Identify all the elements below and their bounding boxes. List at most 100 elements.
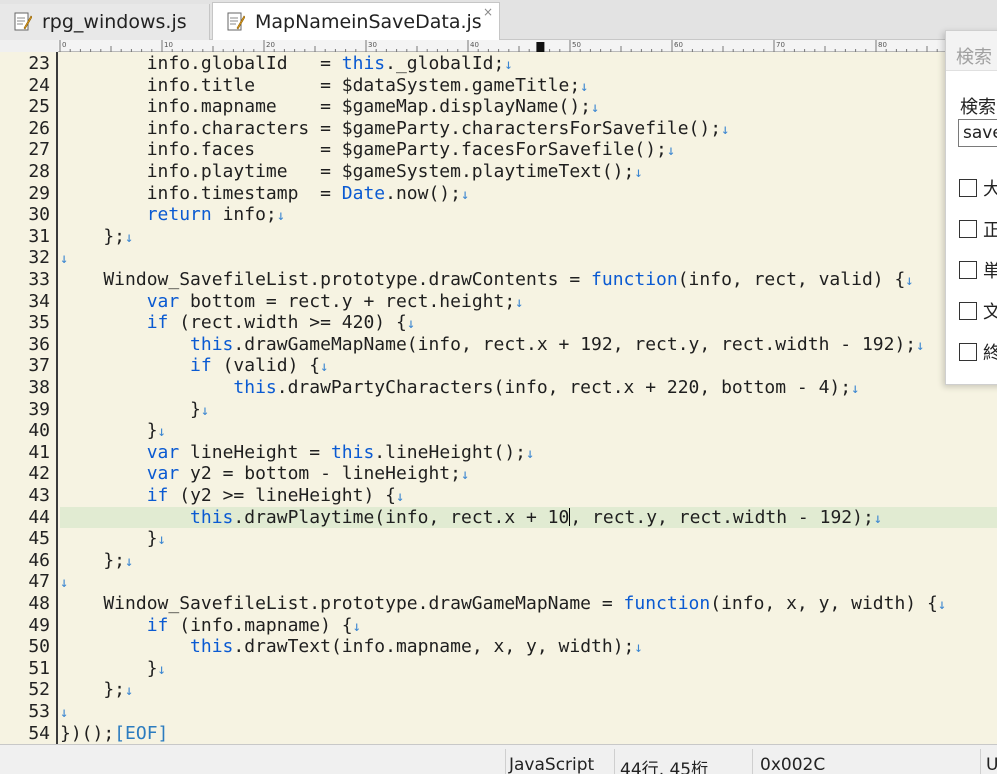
code-line[interactable]: info.mapname = $gameMap.displayName();↓ (60, 96, 600, 118)
code-line[interactable]: }↓ (60, 399, 209, 421)
code-line[interactable]: if (valid) {↓ (60, 355, 329, 377)
line-number: 44 (28, 506, 50, 528)
code-text: info.globalId = (60, 53, 342, 74)
line-number: 38 (28, 377, 50, 398)
code-line[interactable]: this.drawText(info.mapname, x, y, width)… (60, 636, 643, 658)
code-line[interactable]: var y2 = bottom - lineHeight;↓ (60, 463, 470, 485)
code-line[interactable]: info.characters = $gameParty.charactersF… (60, 118, 730, 140)
search-option-label: 終 (983, 339, 997, 365)
eol-marker-icon: ↓ (905, 273, 914, 289)
status-separator (980, 749, 981, 774)
code-line[interactable]: return info;↓ (60, 204, 286, 226)
ruler-label: 60 (674, 41, 683, 49)
code-line[interactable]: if (info.mapname) {↓ (60, 615, 361, 637)
code-line[interactable]: ↓ (60, 247, 68, 269)
code-keyword: if (190, 355, 212, 377)
code-line[interactable]: };↓ (60, 550, 133, 572)
code-line[interactable]: ↓ (60, 701, 68, 723)
code-line[interactable]: Window_SavefileList.prototype.drawGameMa… (60, 593, 946, 615)
search-option-checkbox[interactable]: 正 (959, 216, 997, 242)
code-keyword: this (190, 636, 234, 658)
status-bar: JavaScript 44行, 45桁 0x002C U (0, 744, 997, 774)
code-text: info.title = $dataSystem.gameTitle; (60, 74, 581, 96)
code-line[interactable]: })();[EOF] (60, 723, 168, 744)
search-option-checkbox[interactable]: 文 (959, 298, 997, 324)
status-char-code: 0x002C (760, 755, 826, 774)
checkbox-icon[interactable] (959, 179, 977, 197)
eol-marker-icon: ↓ (60, 575, 69, 592)
document-icon (227, 12, 246, 32)
line-number: 26 (28, 117, 50, 139)
code-editor[interactable]: 23 24 25 26 27 28 29 30 31 32 33 34 35 36 37 38 39 40 41 42… (0, 52, 997, 744)
line-number: 49 (28, 614, 50, 636)
code-text: (info, x, y, width) { (710, 593, 938, 614)
code-text: (info, rect, valid) { (677, 269, 906, 290)
tab-mapname-in-savedata[interactable]: MapNameinSaveData.js × (212, 2, 500, 41)
eol-marker-icon: ↓ (504, 57, 513, 73)
code-text: (info.mapname) { (168, 614, 353, 636)
line-number: 48 (28, 593, 50, 614)
eol-marker-icon: ↓ (200, 402, 210, 419)
close-icon[interactable]: × (483, 5, 493, 19)
checkbox-icon[interactable] (959, 343, 977, 361)
code-line[interactable]: this.drawPartyCharacters(info, rect.x + … (60, 377, 859, 399)
code-line[interactable]: info.playtime = $gameSystem.playtimeText… (60, 161, 643, 183)
code-line[interactable]: }↓ (60, 420, 166, 442)
search-input[interactable] (958, 119, 997, 147)
code-line[interactable]: ↓ (60, 571, 68, 593)
status-language[interactable]: JavaScript (509, 755, 594, 774)
code-line[interactable]: Window_SavefileList.prototype.drawConten… (60, 269, 914, 291)
line-number: 40 (28, 420, 50, 442)
code-line[interactable]: };↓ (60, 226, 133, 248)
search-option-checkbox[interactable]: 単 (959, 257, 997, 283)
checkbox-icon[interactable] (959, 261, 977, 279)
search-option-label: 正 (983, 216, 997, 242)
code-line[interactable]: if (rect.width >= 420) {↓ (60, 312, 416, 334)
code-text: Window_SavefileList.prototype.drawGameMa… (60, 593, 624, 614)
status-encoding[interactable]: U (986, 755, 997, 774)
code-text: .drawText(info.mapname, x, y, width); (233, 636, 635, 658)
code-keyword: Date (341, 182, 386, 204)
status-cursor-position[interactable]: 44行, 45桁 (620, 755, 708, 774)
code-line[interactable]: if (y2 >= lineHeight) {↓ (60, 485, 405, 507)
line-number: 29 (28, 182, 50, 204)
code-keyword: if (146, 485, 169, 506)
line-number: 24 (28, 74, 50, 96)
eol-marker-icon: ↓ (721, 121, 730, 138)
code-keyword: this (233, 377, 277, 398)
eol-marker-icon: ↓ (916, 337, 925, 354)
checkbox-icon[interactable] (959, 220, 977, 238)
eol-marker-icon: ↓ (580, 78, 589, 95)
code-line[interactable]: }↓ (60, 528, 166, 550)
eol-marker-icon: ↓ (666, 143, 676, 160)
tab-rpg-windows[interactable]: rpg_windows.js (0, 4, 210, 40)
search-option-checkbox[interactable]: 終 (959, 339, 997, 365)
code-line[interactable]: info.globalId = this._globalId;↓ (60, 53, 513, 75)
line-number: 34 (28, 290, 50, 312)
search-option-checkbox[interactable]: 大 (959, 175, 997, 201)
column-ruler: 0 10 20 30 40 50 60 70 80 (58, 40, 997, 52)
ruler-cursor-marker (536, 42, 545, 52)
code-line[interactable]: this.drawGameMapName(info, rect.x + 192,… (60, 334, 925, 356)
ruler-label: 10 (164, 41, 173, 49)
code-line[interactable]: var bottom = rect.y + rect.height;↓ (60, 291, 524, 313)
checkbox-icon[interactable] (959, 302, 977, 320)
code-line[interactable]: info.faces = $gameParty.facesForSavefile… (60, 139, 676, 161)
line-number: 45 (28, 528, 50, 550)
code-line[interactable]: var lineHeight = this.lineHeight();↓ (60, 442, 535, 464)
code-line[interactable]: info.timestamp = Date.now();↓ (60, 182, 470, 205)
tab-label: MapNameinSaveData.js (255, 11, 482, 33)
code-text: })(); (60, 722, 115, 744)
code-line[interactable]: info.title = $dataSystem.gameTitle;↓ (60, 75, 589, 97)
search-option-label: 単 (983, 257, 997, 283)
code-line[interactable]: }↓ (60, 658, 166, 680)
code-line[interactable]: this.drawPlaytime(info, rect.x + 10, rec… (60, 506, 997, 529)
tab-bar: rpg_windows.js MapNameinSaveData.js × (0, 0, 997, 41)
code-line[interactable]: };↓ (60, 679, 133, 701)
code-area[interactable]: info.globalId = this._globalId;↓ info.ti… (60, 52, 997, 744)
ruler-label: 30 (368, 41, 377, 49)
